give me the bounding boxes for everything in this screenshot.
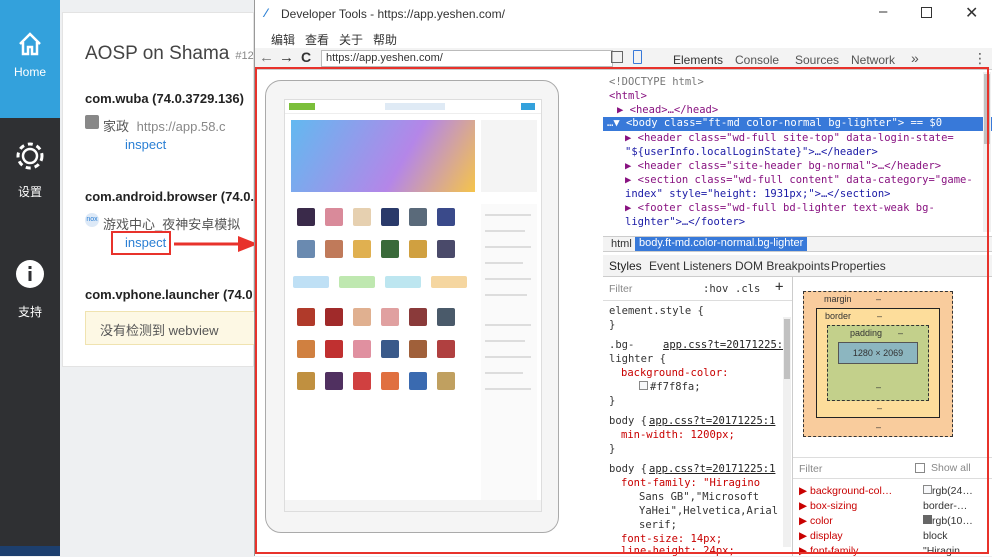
- tab-console[interactable]: Console: [735, 53, 779, 67]
- package-name: com.vphone.launcher (74.0: [85, 287, 253, 302]
- home-icon: [19, 32, 41, 56]
- more-tabs-button[interactable]: »: [911, 50, 919, 66]
- app-icon: [85, 115, 99, 129]
- inspect-element-icon[interactable]: [611, 51, 623, 63]
- maximize-button[interactable]: [921, 7, 932, 18]
- url-input[interactable]: https://app.yeshen.com/: [321, 50, 613, 67]
- menu-edit[interactable]: 编辑: [271, 31, 295, 48]
- back-arrow-icon[interactable]: ←: [259, 49, 274, 66]
- taskbar-strip: [0, 546, 60, 556]
- left-sidebar: Home 设置 支持: [0, 0, 60, 556]
- sidebar-label-settings: 设置: [17, 185, 42, 199]
- gear-icon: [16, 142, 44, 170]
- device-toolbar-icon[interactable]: [633, 50, 642, 64]
- menu-view[interactable]: 查看: [305, 31, 329, 48]
- menu-help[interactable]: 帮助: [373, 31, 397, 48]
- minimize-button[interactable]: –: [879, 3, 887, 20]
- title-bar: ⁄ Developer Tools - https://app.yeshen.c…: [255, 0, 992, 28]
- devtools-window: ⁄ Developer Tools - https://app.yeshen.c…: [254, 0, 992, 557]
- package-name: com.android.browser (74.0.: [85, 189, 255, 204]
- sidebar-label-support: 支持: [17, 305, 42, 319]
- page-label: 家政 https://app.58.c: [103, 119, 226, 134]
- devtools-logo-icon: ⁄: [265, 6, 268, 20]
- tab-sources[interactable]: Sources: [795, 53, 839, 67]
- sidebar-item-home[interactable]: Home: [0, 0, 60, 118]
- menu-kebab-icon[interactable]: ⋮: [973, 50, 987, 67]
- forward-arrow-icon[interactable]: →: [279, 49, 294, 66]
- sidebar-item-settings[interactable]: 设置: [0, 140, 60, 210]
- tab-network[interactable]: Network: [851, 53, 895, 67]
- inspect-link[interactable]: inspect: [125, 137, 166, 152]
- annotation-frame: [255, 67, 989, 554]
- tab-elements[interactable]: Elements: [673, 53, 723, 67]
- reload-icon[interactable]: C: [301, 49, 311, 65]
- annotation-box: [111, 231, 171, 255]
- inspect-panel: AOSP on Shama #127 com.wuba (74.0.3729.13…: [62, 12, 260, 367]
- window-title: Developer Tools - https://app.yeshen.com…: [281, 7, 505, 21]
- menu-about[interactable]: 关于: [339, 31, 363, 48]
- device-title: AOSP on Shama #127: [85, 43, 260, 64]
- info-icon: [16, 260, 44, 288]
- no-webview-notice: 没有检测到 webview: [85, 311, 257, 345]
- annotation-arrow: [174, 236, 258, 252]
- menu-bar: 编辑 查看 关于 帮助: [255, 28, 992, 48]
- sidebar-item-support[interactable]: 支持: [0, 258, 60, 328]
- nox-icon: nox: [85, 213, 99, 227]
- sidebar-label-home: Home: [13, 65, 46, 79]
- package-name: com.wuba (74.0.3729.136): [85, 91, 244, 106]
- close-button[interactable]: ✕: [965, 3, 978, 23]
